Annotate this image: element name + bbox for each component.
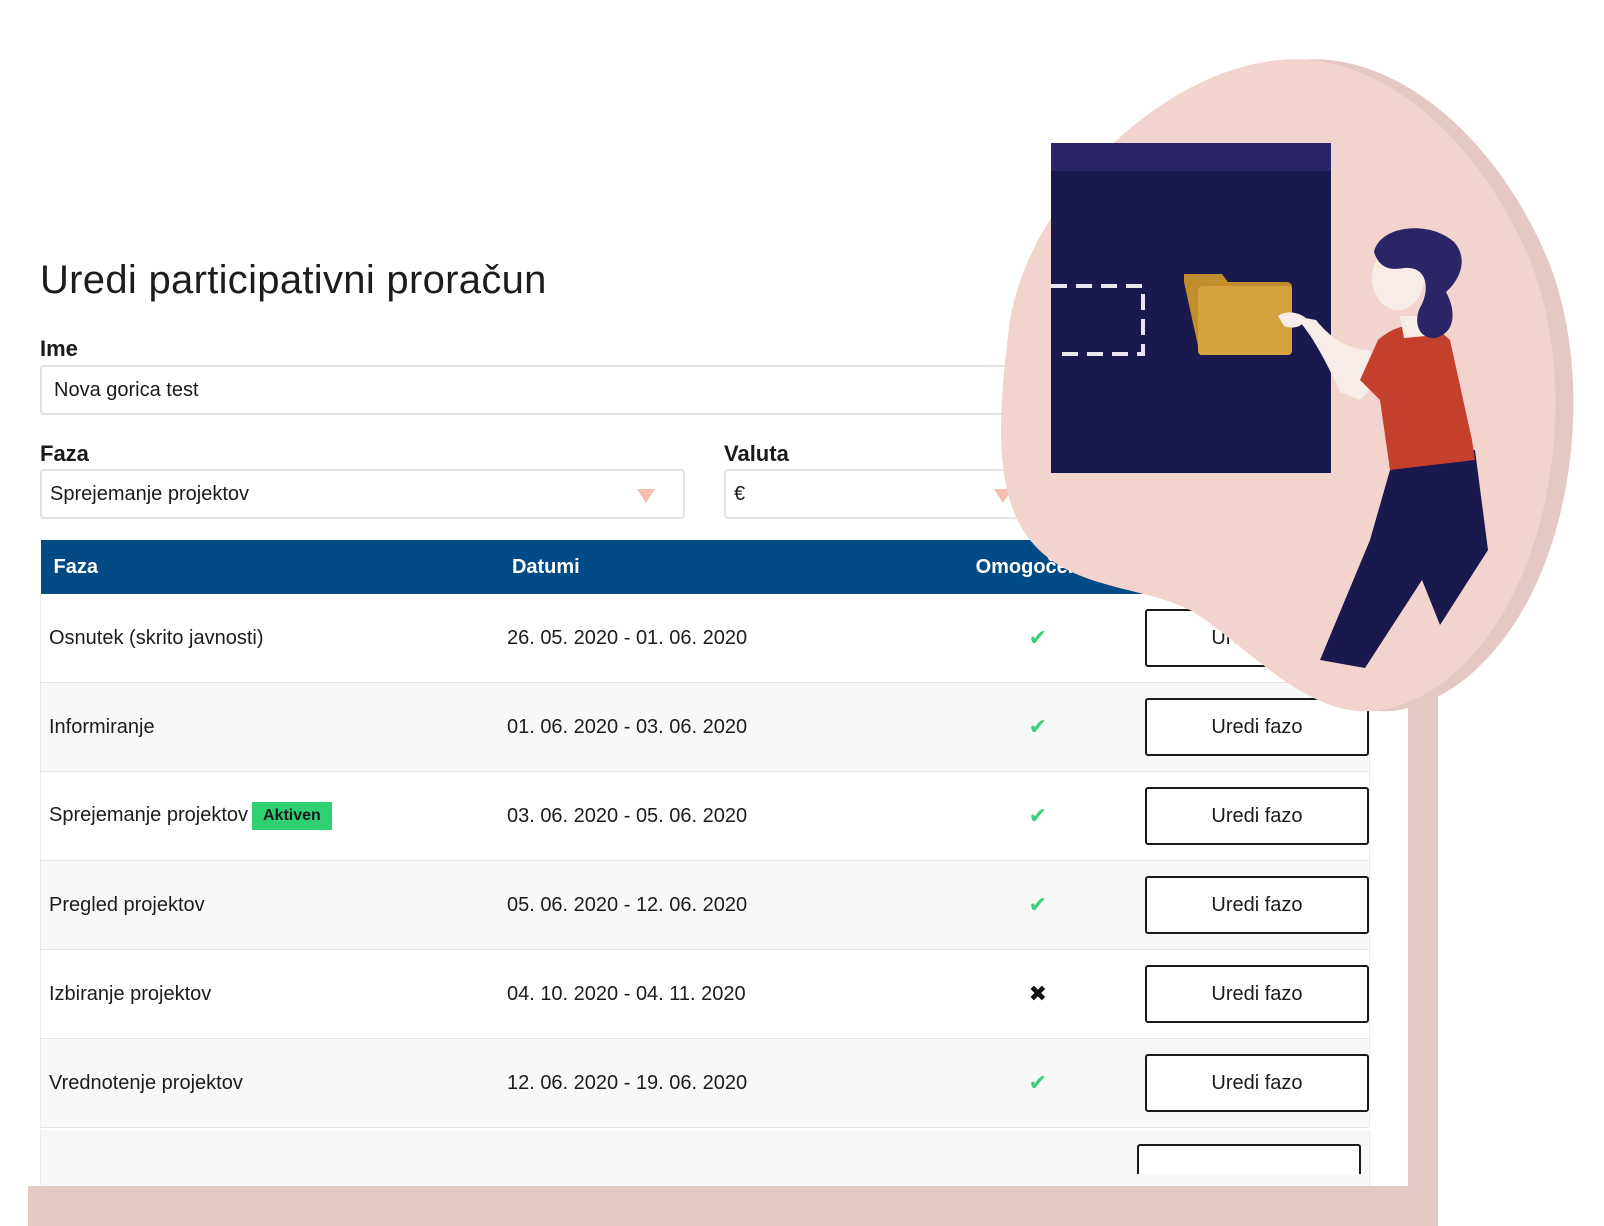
currency-select-value: € (734, 483, 746, 505)
phase-name-cell: Informiranje (40, 682, 499, 772)
action-cell: Uredi fazo (1136, 860, 1370, 950)
phase-select[interactable]: Sprejemanje projektov (40, 469, 685, 519)
phase-name: Vrednotenje projektov (49, 1071, 243, 1094)
edit-phase-button[interactable]: Uredi fazo (1144, 965, 1369, 1023)
header-phase: Faza (53, 555, 98, 578)
phase-name-cell: Osnutek (skrito javnosti) (40, 594, 499, 683)
table-row: Izbiranje projektov 04. 10. 2020 - 04. 1… (40, 949, 1370, 1039)
check-icon: ✔ (1028, 892, 1048, 917)
edit-phase-button[interactable]: Uredi fazo (1144, 876, 1369, 934)
window-titlebar (1051, 143, 1331, 171)
chevron-down-icon (637, 489, 655, 503)
action-cell: Uredi fazo (1136, 949, 1370, 1039)
header-dates: Datumi (511, 555, 580, 578)
name-input[interactable] (40, 365, 1040, 415)
table-row: Vrednotenje projektov 12. 06. 2020 - 19.… (40, 1038, 1370, 1128)
action-cell: Uredi fazo (1136, 1038, 1370, 1128)
folder-front (1198, 286, 1292, 355)
phase-name: Sprejemanje projektov (49, 804, 248, 826)
enabled-cell: ✔ (930, 1038, 1137, 1128)
illustration (1001, 59, 1574, 712)
phase-name-cell: Pregled projektov (40, 860, 499, 950)
phase-dates: 26. 05. 2020 - 01. 06. 2020 (498, 594, 931, 683)
cross-icon: ✖ (1028, 981, 1048, 1006)
action-cell: Uredi fazo (1136, 771, 1370, 861)
phase-dates: 01. 06. 2020 - 03. 06. 2020 (498, 682, 931, 772)
stage: Uredi participativni proračun Ime Faza S… (0, 0, 1604, 1226)
enabled-cell: ✖ (930, 949, 1137, 1039)
phase-dates: 04. 10. 2020 - 04. 11. 2020 (498, 949, 931, 1039)
edit-phase-button[interactable]: Uredi fazo (1144, 1054, 1369, 1112)
phase-name: Izbiranje projektov (49, 982, 212, 1005)
phase-name-cell: Vrednotenje projektov (40, 1038, 499, 1128)
active-badge: Aktiven (252, 802, 332, 830)
phase-name-cell: Izbiranje projektov (40, 949, 499, 1039)
phase-dates: 03. 06. 2020 - 05. 06. 2020 (498, 771, 931, 861)
enabled-cell: ✔ (930, 860, 1137, 950)
phase-name: Pregled projektov (49, 893, 205, 916)
phase-label: Faza (40, 441, 89, 466)
edit-phase-button[interactable]: Uredi fazo (1144, 787, 1369, 845)
table-row: Sprejemanje projektov Aktiven 03. 06. 202… (40, 771, 1370, 861)
check-icon: ✔ (1028, 803, 1048, 828)
phase-select-value: Sprejemanje projektov (50, 483, 249, 505)
phase-name-cell: Sprejemanje projektov Aktiven (40, 771, 499, 861)
phase-name: Osnutek (skrito javnosti) (49, 626, 264, 649)
page-title: Uredi participativni proračun (40, 258, 547, 302)
currency-label: Valuta (724, 441, 789, 466)
phase-dates: 05. 06. 2020 - 12. 06. 2020 (498, 860, 931, 950)
table-row: Pregled projektov 05. 06. 2020 - 12. 06.… (40, 860, 1370, 950)
decorative-frame-bottom (28, 1186, 1438, 1226)
phase-name: Informiranje (49, 715, 155, 738)
enabled-cell: ✔ (930, 771, 1137, 861)
phase-dates: 12. 06. 2020 - 19. 06. 2020 (498, 1038, 931, 1128)
check-icon: ✔ (1028, 1070, 1048, 1095)
name-label: Ime (40, 336, 78, 361)
edit-phase-button-partial[interactable] (1137, 1144, 1361, 1174)
